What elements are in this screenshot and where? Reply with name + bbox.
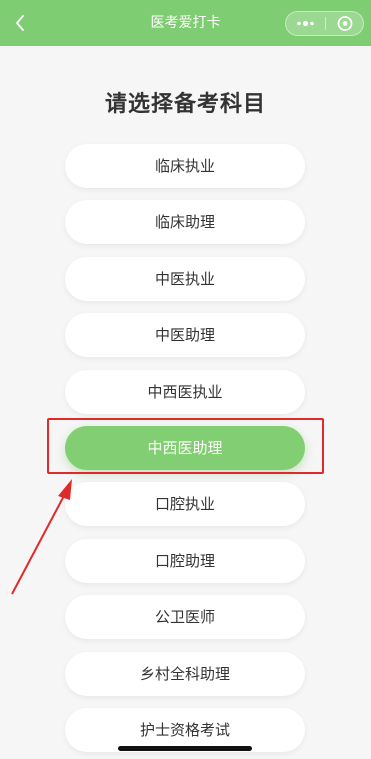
subject-option[interactable]: 中医助理 bbox=[65, 313, 305, 357]
home-indicator bbox=[118, 746, 252, 751]
subject-option[interactable]: 口腔助理 bbox=[65, 539, 305, 583]
subject-option[interactable]: 临床执业 bbox=[65, 144, 305, 188]
subject-option[interactable]: 口腔执业 bbox=[65, 482, 305, 526]
subject-option[interactable]: 中医执业 bbox=[65, 257, 305, 301]
subject-option[interactable]: 公卫医师 bbox=[65, 595, 305, 639]
screen: 医考爱打卡 请选择备考科目 临床执业 临床助理 中医执业 中医助理 中西医执业 中西医助理… bbox=[0, 0, 371, 759]
subject-option-selected[interactable]: 中西医助理 bbox=[65, 426, 305, 470]
subject-option[interactable]: 乡村全科助理 bbox=[65, 652, 305, 696]
subject-options-list: 临床执业临床助理中医执业中医助理中西医执业中西医助理口腔执业口腔助理公卫医师乡村… bbox=[0, 0, 371, 759]
subject-option[interactable]: 临床助理 bbox=[65, 200, 305, 244]
subject-option[interactable]: 中西医执业 bbox=[65, 370, 305, 414]
